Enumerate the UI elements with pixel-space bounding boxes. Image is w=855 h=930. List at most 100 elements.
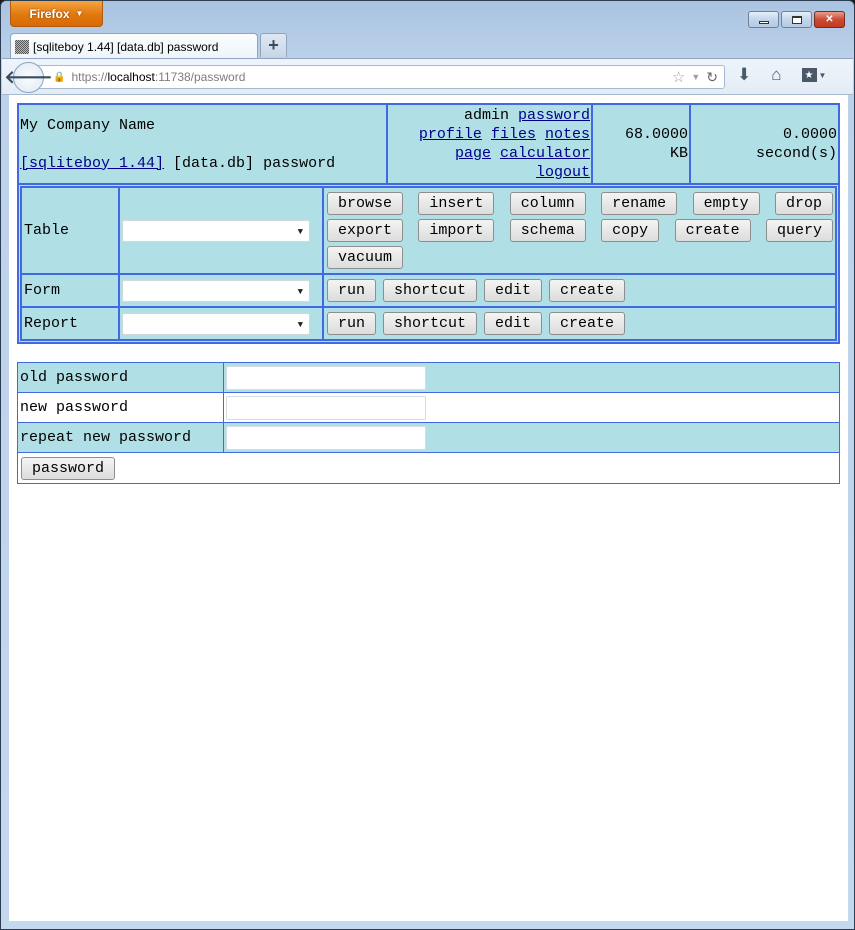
new-password-label: new password	[18, 393, 224, 423]
form-create-button[interactable]: create	[549, 279, 626, 302]
form-select[interactable]: ▼	[122, 279, 310, 302]
report-edit-button[interactable]: edit	[484, 312, 543, 335]
url-path: :11738/password	[154, 70, 246, 84]
tab-title: [sqliteboy 1.44] [data.db] password	[33, 39, 219, 54]
db-size-value: 68.0000	[624, 126, 688, 143]
query-button[interactable]: query	[765, 219, 833, 242]
repeat-password-label: repeat new password	[18, 423, 224, 453]
star-icon[interactable]: ☆	[672, 68, 685, 86]
company-name: My Company Name	[20, 116, 156, 134]
new-password-input[interactable]	[226, 395, 426, 420]
create-table-button[interactable]: create	[674, 219, 751, 242]
calculator-link[interactable]: calculator	[500, 145, 590, 162]
rename-button[interactable]: rename	[601, 192, 678, 215]
vacuum-button[interactable]: vacuum	[327, 246, 404, 269]
dropdown-icon[interactable]: ▼	[691, 72, 700, 82]
submit-row: password	[18, 453, 839, 483]
current-user: admin	[463, 107, 509, 124]
column-button[interactable]: column	[509, 192, 586, 215]
page-content: My Company Name [sqliteboy 1.44] [data.d…	[9, 95, 848, 921]
url-bar[interactable]: 🔒 https://localhost:11738/password ☆ ▼ ↻	[30, 65, 725, 89]
old-password-row: old password	[18, 363, 839, 393]
table-select[interactable]: ▼	[122, 219, 310, 242]
new-tab-button[interactable]: +	[260, 33, 287, 57]
url-scheme: https://	[71, 70, 108, 84]
password-link[interactable]: password	[518, 107, 590, 124]
form-run-button[interactable]: run	[327, 279, 377, 302]
copy-button[interactable]: copy	[601, 219, 660, 242]
table-label: Table	[21, 187, 119, 274]
reload-icon[interactable]: ↻	[706, 69, 718, 86]
export-button[interactable]: export	[327, 219, 404, 242]
window-controls: ✕	[748, 11, 845, 28]
time-cell: 0.0000 second(s)	[690, 104, 839, 184]
favicon-icon	[15, 39, 29, 54]
report-label: Report	[21, 307, 119, 340]
page-link[interactable]: page	[455, 145, 491, 162]
chevron-down-icon: ▼	[75, 9, 84, 18]
navigation-table: Table ▼ browse insert column rename empt…	[20, 186, 837, 341]
db-size-unit: KB	[669, 145, 688, 162]
chevron-down-icon: ▼	[818, 70, 827, 80]
db-size-cell: 68.0000 KB	[592, 104, 690, 184]
schema-button[interactable]: schema	[509, 219, 586, 242]
plus-icon: +	[268, 35, 279, 55]
bookmarks-icon: ★	[801, 68, 817, 82]
insert-button[interactable]: insert	[418, 192, 495, 215]
new-password-row: new password	[18, 393, 839, 423]
files-link[interactable]: files	[491, 126, 536, 143]
repeat-password-input[interactable]	[226, 425, 426, 450]
app-home-link[interactable]: [sqliteboy 1.44]	[20, 155, 164, 172]
password-form-table: old password new password repeat new pas…	[17, 362, 840, 484]
maximize-button[interactable]	[781, 11, 812, 28]
dropdown-arrow-icon: ▼	[297, 286, 303, 297]
browse-button[interactable]: browse	[327, 192, 404, 215]
change-password-button[interactable]: password	[21, 456, 116, 480]
report-create-button[interactable]: create	[549, 312, 626, 335]
dropdown-arrow-icon: ▼	[297, 226, 303, 237]
header-title-cell: My Company Name [sqliteboy 1.44] [data.d…	[18, 104, 387, 184]
minimize-icon	[758, 20, 769, 24]
import-button[interactable]: import	[418, 219, 495, 242]
old-password-label: old password	[18, 363, 224, 393]
form-label: Form	[21, 274, 119, 307]
table-nav-row: Table ▼ browse insert column rename empt…	[21, 187, 836, 274]
lock-icon: 🔒	[53, 71, 66, 83]
form-nav-row: Form ▼ run shortcut edit create	[21, 274, 836, 307]
bookmarks-menu-button[interactable]: ★ ▼	[801, 68, 827, 82]
drop-button[interactable]: drop	[774, 192, 833, 215]
time-value: 0.0000	[782, 126, 837, 143]
user-links-cell: admin password profile files notes page …	[387, 104, 592, 184]
logout-link[interactable]: logout	[536, 164, 590, 181]
url-host: localhost	[107, 70, 155, 84]
download-icon[interactable]: ⬇	[737, 65, 751, 85]
report-shortcut-button[interactable]: shortcut	[383, 312, 478, 335]
dropdown-arrow-icon: ▼	[297, 319, 303, 330]
navigation-toolbar: 🡐 🔒 https://localhost:11738/password ☆ ▼…	[2, 58, 853, 95]
time-unit: second(s)	[755, 145, 837, 162]
report-run-button[interactable]: run	[327, 312, 377, 335]
minimize-button[interactable]	[748, 11, 779, 28]
report-nav-row: Report ▼ run shortcut edit create	[21, 307, 836, 340]
browser-window: Firefox ▼ ✕ [sqliteboy 1.44] [data.db] p…	[0, 0, 855, 930]
report-select[interactable]: ▼	[122, 312, 310, 335]
back-arrow-icon: 🡐	[4, 67, 53, 87]
close-icon: ✕	[825, 14, 834, 25]
maximize-icon	[791, 15, 802, 24]
page-name: password	[263, 154, 336, 172]
back-button[interactable]: 🡐	[4, 62, 53, 93]
home-icon[interactable]: ⌂	[771, 65, 781, 85]
old-password-input[interactable]	[226, 365, 426, 390]
close-button[interactable]: ✕	[814, 11, 845, 28]
header-table: My Company Name [sqliteboy 1.44] [data.d…	[17, 103, 840, 344]
firefox-menu-label: Firefox	[29, 6, 70, 21]
empty-button[interactable]: empty	[692, 192, 760, 215]
profile-link[interactable]: profile	[419, 126, 482, 143]
firefox-menu-button[interactable]: Firefox ▼	[10, 1, 103, 27]
repeat-password-row: repeat new password	[18, 423, 839, 453]
notes-link[interactable]: notes	[545, 126, 590, 143]
db-name: [data.db]	[173, 154, 255, 172]
tab-active[interactable]: [sqliteboy 1.44] [data.db] password	[10, 33, 258, 59]
form-shortcut-button[interactable]: shortcut	[383, 279, 478, 302]
form-edit-button[interactable]: edit	[484, 279, 543, 302]
